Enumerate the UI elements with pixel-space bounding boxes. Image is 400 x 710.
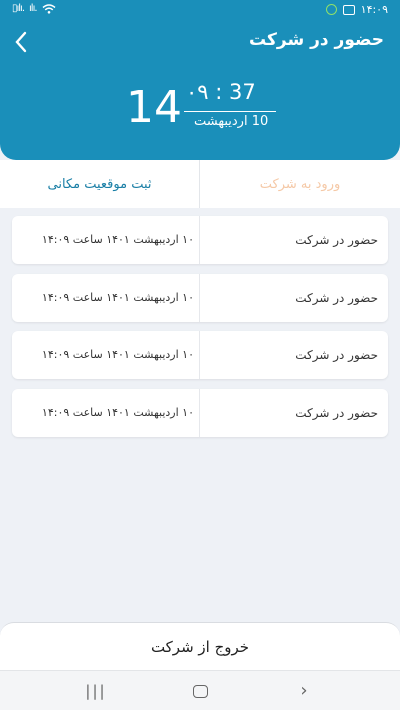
wifi-icon bbox=[42, 3, 56, 14]
check-circle-icon bbox=[325, 4, 337, 15]
record-time: ۱۰ اردیبهشت ۱۴۰۱ ساعت ۱۴:۰۹ bbox=[41, 348, 194, 361]
page-title: حضور در شرکت bbox=[249, 30, 384, 50]
clock-divider bbox=[184, 111, 276, 112]
list-item[interactable]: ۱۰ اردیبهشت ۱۴۰۱ ساعت ۱۴:۰۹ حضور در شرکت bbox=[12, 216, 388, 264]
card-divider bbox=[199, 331, 200, 379]
clock-display: 14 ۰۹ : 37 10 اردیبهشت bbox=[126, 80, 286, 140]
attendance-list: ۱۰ اردیبهشت ۱۴۰۱ ساعت ۱۴:۰۹ حضور در شرکت… bbox=[12, 216, 388, 446]
signal-icon: ▯ılı. bbox=[12, 3, 25, 14]
card-divider bbox=[199, 273, 200, 322]
record-label: حضور در شرکت bbox=[295, 405, 378, 420]
status-bar: ▯ılı. ılı. ۱۴:۰۹ bbox=[0, 0, 400, 20]
card-divider bbox=[199, 388, 200, 437]
check-in-button[interactable]: ورود به شرکت bbox=[200, 160, 400, 208]
status-icons-right: ۱۴:۰۹ bbox=[325, 3, 388, 16]
list-item[interactable]: ۱۰ اردیبهشت ۱۴۰۱ ساعت ۱۴:۰۹ حضور در شرکت bbox=[12, 331, 388, 379]
record-label: حضور در شرکت bbox=[295, 233, 378, 247]
clock-hour: 14 bbox=[126, 82, 182, 133]
home-icon[interactable] bbox=[180, 671, 220, 710]
system-navbar: ||| › bbox=[0, 670, 400, 710]
chevron-right-icon[interactable]: › bbox=[284, 671, 324, 710]
record-time: ۱۰ اردیبهشت ۱۴۰۱ ساعت ۱۴:۰۹ bbox=[41, 290, 194, 304]
record-label: حضور در شرکت bbox=[295, 348, 378, 362]
app-header: ▯ılı. ılı. ۱۴:۰۹ حضور در شرکت 14 ۰۹ : 37… bbox=[0, 0, 400, 160]
title-bar: حضور در شرکت bbox=[0, 28, 400, 58]
record-label: حضور در شرکت bbox=[295, 290, 378, 305]
record-time: ۱۰ اردیبهشت ۱۴۰۱ ساعت ۱۴:۰۹ bbox=[41, 233, 194, 246]
signal-icon: ılı. bbox=[29, 3, 37, 14]
status-time: ۱۴:۰۹ bbox=[360, 3, 388, 16]
image-icon bbox=[342, 4, 355, 15]
clock-minute-second: ۰۹ : 37 bbox=[186, 80, 256, 104]
register-location-button[interactable]: ثبت موقعیت مکانی bbox=[0, 160, 199, 208]
clock-date: 10 اردیبهشت bbox=[194, 114, 269, 129]
list-item[interactable]: ۱۰ اردیبهشت ۱۴۰۱ ساعت ۱۴:۰۹ حضور در شرکت bbox=[12, 273, 388, 322]
list-item[interactable]: ۱۰ اردیبهشت ۱۴۰۱ ساعت ۱۴:۰۹ حضور در شرکت bbox=[12, 388, 388, 437]
action-bar: ثبت موقعیت مکانی ورود به شرکت bbox=[0, 160, 400, 208]
status-icons-left: ▯ılı. ılı. bbox=[12, 3, 56, 14]
check-out-button[interactable]: خروج از شرکت bbox=[0, 622, 400, 670]
recent-apps-icon[interactable]: ||| bbox=[76, 671, 116, 710]
card-divider bbox=[199, 216, 200, 264]
record-time: ۱۰ اردیبهشت ۱۴۰۱ ساعت ۱۴:۰۹ bbox=[41, 405, 194, 419]
chevron-left-icon[interactable] bbox=[14, 28, 38, 56]
